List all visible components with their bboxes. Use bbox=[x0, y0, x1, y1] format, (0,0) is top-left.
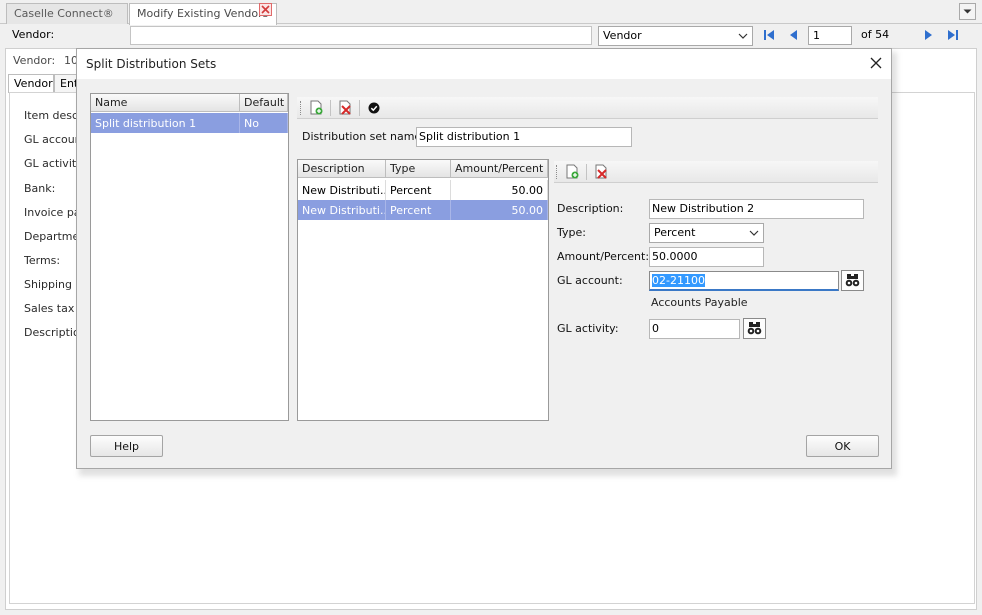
toolbar-separator bbox=[330, 100, 331, 116]
lookup-field-value: Vendor bbox=[603, 29, 642, 42]
first-record-icon[interactable] bbox=[762, 28, 776, 42]
set-name-input[interactable]: Split distribution 1 bbox=[416, 127, 632, 147]
dist-amount-cell: 50.00 bbox=[451, 200, 548, 220]
add-distribution-icon[interactable] bbox=[564, 164, 580, 180]
description-label: Description: bbox=[24, 326, 78, 339]
gl-account-label: GL account: bbox=[24, 133, 78, 146]
type-value: Percent bbox=[654, 226, 696, 239]
set-name-label: Distribution set name: bbox=[302, 130, 425, 143]
binoculars-icon bbox=[845, 274, 860, 287]
set-default-cell: No bbox=[240, 113, 288, 133]
column-header-default[interactable]: Default bbox=[240, 94, 288, 112]
tab-label: Vendor bbox=[14, 77, 53, 90]
toolbar-separator bbox=[359, 100, 360, 116]
previous-record-icon[interactable] bbox=[787, 28, 801, 42]
tab-modify-existing-vendors[interactable]: Modify Existing Vendors bbox=[129, 3, 277, 25]
dist-type-cell: Percent bbox=[386, 180, 451, 200]
chevron-down-icon bbox=[749, 230, 759, 236]
close-tab-icon[interactable] bbox=[259, 3, 272, 16]
dist-amount-cell: 50.00 bbox=[451, 180, 548, 200]
item-description-label: Item description: bbox=[24, 109, 78, 122]
split-distribution-dialog: Split Distribution Sets Name Default Spl… bbox=[76, 48, 892, 469]
type-select[interactable]: Percent bbox=[649, 223, 764, 243]
tab-caselle-connect[interactable]: Caselle Connect® bbox=[6, 3, 128, 24]
gl-account-label: GL account: bbox=[557, 274, 623, 287]
sets-toolbar bbox=[297, 97, 878, 119]
column-header-description[interactable]: Description bbox=[298, 160, 386, 178]
distribution-sets-list: Name Default Split distribution 1 No bbox=[90, 93, 289, 421]
dist-type-cell: Percent bbox=[386, 200, 451, 220]
dist-description-cell: New Distributi... bbox=[298, 200, 386, 220]
tab-vendor[interactable]: Vendor bbox=[8, 74, 54, 93]
gl-activity-label: GL activity: bbox=[24, 157, 78, 170]
chevron-down-icon bbox=[738, 33, 748, 39]
description-input[interactable]: New Distribution 2 bbox=[649, 199, 864, 219]
vendor-number-label: Vendor: bbox=[13, 54, 56, 67]
lookup-field-select[interactable]: Vendor bbox=[598, 26, 753, 46]
delete-set-icon[interactable] bbox=[337, 100, 353, 116]
gl-activity-input[interactable]: 0 bbox=[649, 319, 740, 339]
vendor-label: Vendor: bbox=[12, 28, 55, 41]
gl-activity-lookup-button[interactable] bbox=[743, 318, 766, 339]
amount-input[interactable]: 50.0000 bbox=[649, 247, 764, 267]
tab-label: Modify Existing Vendors bbox=[137, 7, 269, 20]
vendor-search-input[interactable] bbox=[130, 26, 592, 45]
terms-label: Terms: bbox=[24, 254, 61, 267]
gl-account-description: Accounts Payable bbox=[651, 296, 748, 309]
dialog-title: Split Distribution Sets bbox=[86, 57, 217, 71]
set-name-cell: Split distribution 1 bbox=[91, 113, 240, 133]
sales-tax-label: Sales tax rate: bbox=[24, 302, 78, 315]
type-label: Type: bbox=[557, 226, 586, 239]
dist-description-cell: New Distributi... bbox=[298, 180, 386, 200]
gl-account-lookup-button[interactable] bbox=[841, 270, 864, 291]
toolbar-grip bbox=[556, 165, 558, 179]
bank-label: Bank: bbox=[24, 182, 56, 195]
invoice-payment-label: Invoice payment: bbox=[24, 206, 78, 219]
description-label: Description: bbox=[557, 202, 624, 215]
chevron-down-icon bbox=[963, 9, 972, 14]
toolbar-separator bbox=[586, 164, 587, 180]
column-header-name[interactable]: Name bbox=[91, 94, 240, 112]
distributions-grid: Description Type Amount/Percent New Dist… bbox=[297, 159, 549, 421]
page-total: of 54 bbox=[861, 28, 890, 41]
page-number-input[interactable]: 1 bbox=[808, 26, 852, 45]
shipping-label: Shipping address: bbox=[24, 278, 78, 291]
binoculars-icon bbox=[747, 322, 762, 335]
set-default-check-icon[interactable] bbox=[366, 100, 382, 116]
next-record-icon[interactable] bbox=[921, 28, 935, 42]
column-header-type[interactable]: Type bbox=[386, 160, 451, 178]
add-set-icon[interactable] bbox=[308, 100, 324, 116]
tab-label: Caselle Connect® bbox=[14, 7, 114, 20]
amount-label: Amount/Percent: bbox=[557, 250, 650, 263]
help-button[interactable]: Help bbox=[90, 435, 163, 457]
gl-account-input[interactable]: 02-21100 bbox=[649, 271, 839, 291]
department-label: Department: bbox=[24, 230, 78, 243]
ok-button[interactable]: OK bbox=[806, 435, 879, 457]
window-menu-dropdown[interactable] bbox=[959, 3, 976, 20]
last-record-icon[interactable] bbox=[946, 28, 960, 42]
delete-distribution-icon[interactable] bbox=[593, 164, 609, 180]
gl-activity-label: GL activity: bbox=[557, 322, 619, 335]
gl-account-value: 02-21100 bbox=[652, 274, 705, 287]
toolbar-grip bbox=[300, 101, 302, 115]
distribution-toolbar bbox=[554, 161, 878, 183]
window-tab-bar: Caselle Connect® Modify Existing Vendors bbox=[0, 0, 982, 25]
close-icon[interactable] bbox=[869, 56, 883, 70]
column-header-amount[interactable]: Amount/Percent bbox=[451, 160, 548, 178]
